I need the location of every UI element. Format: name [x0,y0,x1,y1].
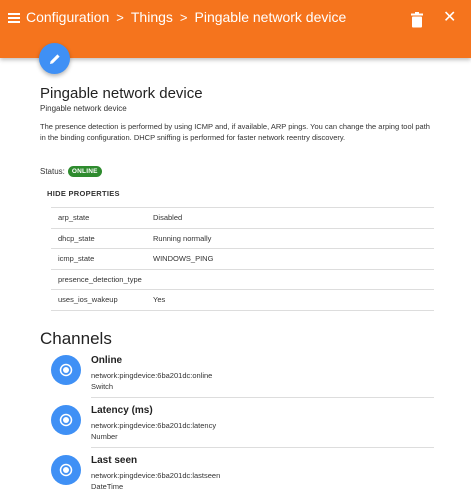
pencil-icon [49,53,60,64]
channels-heading: Channels [40,329,112,348]
breadcrumb-current: Pingable network device [194,9,347,25]
status-row: Status: ONLINE [40,166,102,177]
channel-type: DateTime [91,482,124,491]
channel-text: Last seen network:pingdevice:6ba201dc:la… [91,455,220,491]
breadcrumb-separator: > [179,10,188,25]
close-icon[interactable]: ✕ [443,10,456,26]
table-row: dhcp_state Running normally [51,229,434,249]
channel-name: Last seen [91,455,138,466]
property-name: dhcp_state [58,233,95,243]
status-label: Status: [40,167,65,176]
breadcrumb-things[interactable]: Things [131,9,173,25]
properties-table: arp_state Disabled dhcp_state Running no… [51,207,434,311]
radio-dot-icon[interactable] [51,355,81,385]
edit-button[interactable] [39,43,70,74]
status-badge: ONLINE [67,166,102,177]
trash-icon[interactable] [410,12,424,28]
table-row: uses_ios_wakeup Yes [51,290,434,311]
hide-properties-button[interactable]: HIDE PROPERTIES [47,189,120,198]
radio-dot-icon[interactable] [51,455,81,485]
top-app-bar: Configuration > Things > Pingable network de… [0,0,471,58]
channel-name: Latency (ms) [91,405,153,416]
thing-description: The presence detection is performed by u… [40,122,430,142]
property-name: icmp_state [58,254,95,264]
divider [91,397,434,398]
channel-item-lastseen[interactable]: Last seen network:pingdevice:6ba201dc:la… [51,455,434,499]
channel-type: Switch [91,382,114,391]
table-row: icmp_state WINDOWS_PING [51,249,434,270]
channel-uid: network:pingdevice:6ba201dc:online [91,371,213,380]
channel-uid: network:pingdevice:6ba201dc:lastseen [91,471,221,480]
breadcrumb-separator: > [116,10,124,25]
channel-name: Online [91,355,123,366]
property-value: Disabled [153,213,183,223]
channel-text: Online network:pingdevice:6ba201dc:onlin… [91,355,212,391]
thing-subtitle: Pingable network device [40,104,127,113]
property-name: presence_detection_type [58,274,142,284]
breadcrumb: Configuration > Things > Pingable network de… [26,9,346,25]
property-value: Yes [153,295,166,305]
table-row: presence_detection_type [51,270,434,290]
table-row: arp_state Disabled [51,208,434,229]
channel-uid: network:pingdevice:6ba201dc:latency [91,421,217,430]
page-title: Pingable network device [40,85,203,102]
property-value: Running normally [153,233,212,243]
divider [91,447,434,448]
property-name: uses_ios_wakeup [58,295,118,305]
hamburger-menu-icon[interactable] [8,13,20,23]
property-name: arp_state [58,213,90,223]
channel-text: Latency (ms) network:pingdevice:6ba201dc… [91,405,216,441]
property-value: WINDOWS_PING [153,254,214,264]
radio-dot-icon[interactable] [51,405,81,435]
thing-details: Pingable network device Pingable network… [40,85,440,142]
channel-type: Number [91,432,118,441]
breadcrumb-configuration[interactable]: Configuration [26,9,109,25]
